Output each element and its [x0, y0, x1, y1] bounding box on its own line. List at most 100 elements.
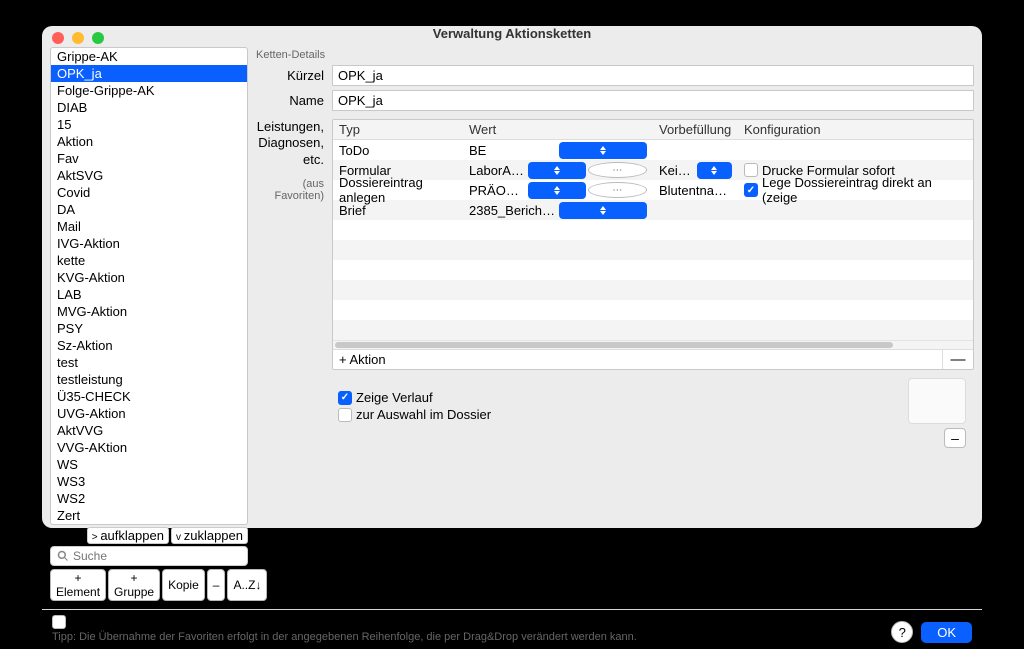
actions-table: Typ Wert Vorbefüllung Konfiguration ToDo… [332, 119, 974, 370]
search-icon [57, 550, 69, 562]
sidebar-item[interactable]: test [51, 354, 247, 371]
checkbox-icon [338, 408, 352, 422]
table-row[interactable]: Dossiereintrag anlegenPRÄOP - Präop⋯Blut… [333, 180, 973, 200]
sidebar: Grippe-AKOPK_jaFolge-Grippe-AKDIAB15Akti… [50, 47, 248, 601]
more-icon[interactable]: ⋯ [588, 162, 647, 178]
more-icon[interactable]: ⋯ [588, 182, 647, 198]
sidebar-item[interactable]: WS3 [51, 473, 247, 490]
cell-konfiguration [738, 148, 973, 152]
cell-wert[interactable]: LaborA4 - Laborueberweisun…⋯ [463, 160, 653, 181]
expand-all-button[interactable]: > aufklappen [87, 527, 169, 544]
ok-button[interactable]: OK [921, 622, 972, 643]
col-vorbefuellung[interactable]: Vorbefüllung [653, 120, 738, 139]
sidebar-item[interactable]: LAB [51, 286, 247, 303]
table-row[interactable]: ToDoBE [333, 140, 973, 160]
search-input[interactable] [50, 546, 248, 566]
sidebar-item[interactable]: testleistung [51, 371, 247, 388]
col-wert[interactable]: Wert [463, 120, 653, 139]
table-row [333, 220, 973, 240]
name-input[interactable] [332, 90, 974, 111]
cell-konfiguration[interactable]: Lege Dossiereintrag direkt an (zeige [738, 173, 973, 207]
section-header: Ketten-Details [254, 47, 974, 65]
preview-box [908, 378, 966, 424]
table-row [333, 280, 973, 300]
zoom-icon[interactable] [92, 32, 104, 44]
sidebar-item[interactable]: Grippe-AK [51, 48, 247, 65]
sidebar-item[interactable]: Sz-Aktion [51, 337, 247, 354]
cell-vorbefuellung [653, 208, 738, 212]
stepper-icon[interactable] [559, 202, 647, 219]
sidebar-item[interactable]: Covid [51, 184, 247, 201]
window-title: Verwaltung Aktionsketten [42, 26, 982, 41]
show-deleted-checkbox[interactable]: gelöschte anzeigen [52, 614, 891, 629]
stepper-icon[interactable] [528, 182, 585, 199]
kurzel-input[interactable] [332, 65, 974, 86]
sidebar-item[interactable]: AktSVG [51, 167, 247, 184]
delete-button[interactable]: – [207, 569, 226, 601]
sidebar-item[interactable]: WS [51, 456, 247, 473]
sidebar-list[interactable]: Grippe-AKOPK_jaFolge-Grippe-AKDIAB15Akti… [50, 47, 248, 525]
stepper-icon[interactable] [697, 162, 733, 179]
sidebar-item[interactable]: Zert [51, 507, 247, 524]
add-element-button[interactable]: + Element [50, 569, 106, 601]
stepper-icon[interactable] [528, 162, 585, 179]
kurzel-label: Kürzel [254, 68, 332, 83]
block-label: Leistungen, Diagnosen, etc. [254, 119, 332, 168]
window: Verwaltung Aktionsketten Grippe-AKOPK_ja… [42, 26, 982, 528]
sidebar-item[interactable]: Aktion [51, 133, 247, 150]
sidebar-item[interactable]: OPK_ja [51, 65, 247, 82]
cell-konfiguration [738, 208, 973, 212]
cell-vorbefuellung [653, 148, 738, 152]
checkbox-icon[interactable] [744, 183, 758, 197]
block-sublabel: (aus Favoriten) [254, 178, 332, 202]
help-button[interactable]: ? [891, 621, 913, 643]
sidebar-item[interactable]: kette [51, 252, 247, 269]
cell-vorbefuellung[interactable]: Blutentnahme [653, 181, 738, 200]
cell-typ[interactable]: ToDo [333, 141, 463, 160]
add-action-button[interactable]: + Aktion [333, 350, 943, 369]
col-typ[interactable]: Typ [333, 120, 463, 139]
sidebar-item[interactable]: UVG-Aktion [51, 405, 247, 422]
remove-action-button[interactable]: — [943, 350, 973, 369]
col-konfiguration[interactable]: Konfiguration [738, 120, 973, 139]
table-row [333, 300, 973, 320]
sidebar-item[interactable]: Mail [51, 218, 247, 235]
table-row [333, 240, 973, 260]
sidebar-item[interactable]: DA [51, 201, 247, 218]
checkbox-icon [52, 615, 66, 629]
sidebar-item[interactable]: DIAB [51, 99, 247, 116]
cell-wert[interactable]: PRÄOP - Präop⋯ [463, 180, 653, 201]
sidebar-item[interactable]: 15 [51, 116, 247, 133]
copy-button[interactable]: Kopie [162, 569, 205, 601]
titlebar: Verwaltung Aktionsketten [42, 26, 982, 41]
cell-wert[interactable]: 2385_Bericht OP [463, 200, 653, 221]
name-label: Name [254, 93, 332, 108]
in-dossier-checkbox[interactable]: zur Auswahl im Dossier [338, 407, 974, 422]
checkbox-icon [338, 391, 352, 405]
sidebar-item[interactable]: Fav [51, 150, 247, 167]
search-field[interactable] [73, 549, 241, 563]
tip-text: Tipp: Die Übernahme der Favoriten erfolg… [52, 631, 891, 643]
close-icon[interactable] [52, 32, 64, 44]
add-group-button[interactable]: + Gruppe [108, 569, 160, 601]
sidebar-item[interactable]: AktVVG [51, 422, 247, 439]
sidebar-item[interactable]: Folge-Grippe-AK [51, 82, 247, 99]
remove-preview-button[interactable]: – [944, 428, 966, 448]
table-row [333, 260, 973, 280]
stepper-icon[interactable] [559, 142, 647, 159]
sidebar-item[interactable]: WS2 [51, 490, 247, 507]
show-history-checkbox[interactable]: Zeige Verlauf [338, 390, 974, 405]
table-row [333, 320, 973, 340]
cell-typ[interactable]: Brief [333, 201, 463, 220]
sidebar-item[interactable]: MVG-Aktion [51, 303, 247, 320]
sidebar-item[interactable]: PSY [51, 320, 247, 337]
cell-vorbefuellung[interactable]: Kein Wert [653, 160, 738, 181]
cell-wert[interactable]: BE [463, 140, 653, 161]
sidebar-item[interactable]: KVG-Aktion [51, 269, 247, 286]
sidebar-item[interactable]: VVG-AKtion [51, 439, 247, 456]
collapse-all-button[interactable]: v zuklappen [171, 527, 248, 544]
sidebar-item[interactable]: Ü35-CHECK [51, 388, 247, 405]
sidebar-item[interactable]: IVG-Aktion [51, 235, 247, 252]
horizontal-scrollbar[interactable] [333, 340, 973, 349]
minimize-icon[interactable] [72, 32, 84, 44]
